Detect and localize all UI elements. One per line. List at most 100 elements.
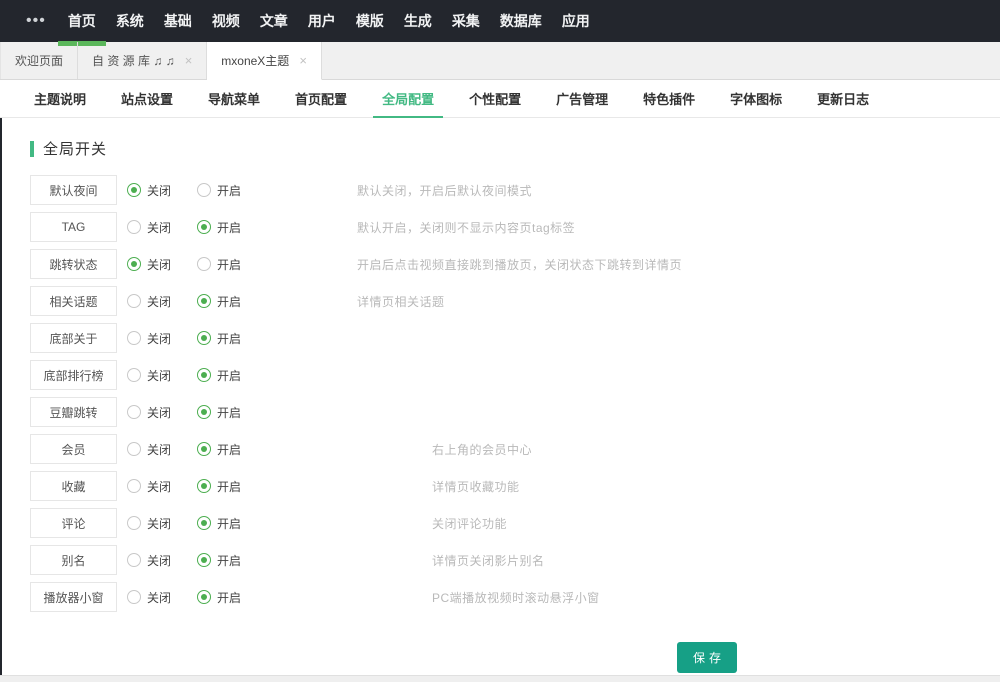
- radio-open[interactable]: 开启: [197, 441, 257, 458]
- radio-unselected-icon[interactable]: [197, 183, 211, 197]
- setting-row: 评论关闭开启关闭评论功能: [30, 508, 1000, 538]
- nav-item[interactable]: 基础: [154, 0, 202, 42]
- setting-label: 跳转状态: [30, 249, 117, 279]
- radio-unselected-icon[interactable]: [127, 479, 141, 493]
- setting-label: 会员: [30, 434, 117, 464]
- radio-close[interactable]: 关闭: [127, 441, 187, 458]
- workspace-tab[interactable]: 欢迎页面: [0, 42, 78, 79]
- radio-selected-icon[interactable]: [197, 442, 211, 456]
- tab-label: 欢迎页面: [15, 52, 63, 69]
- radio-open[interactable]: 开启: [197, 182, 257, 199]
- radio-close[interactable]: 关闭: [127, 256, 187, 273]
- radio-open[interactable]: 开启: [197, 404, 257, 421]
- nav-item[interactable]: 应用: [552, 0, 600, 42]
- radio-selected-icon[interactable]: [197, 590, 211, 604]
- nav-item[interactable]: 数据库: [490, 0, 552, 42]
- radio-unselected-icon[interactable]: [197, 257, 211, 271]
- radio-label: 开启: [217, 330, 241, 347]
- more-menu-icon[interactable]: •••: [26, 0, 46, 42]
- save-button[interactable]: 保存: [677, 642, 737, 673]
- radio-selected-icon[interactable]: [197, 405, 211, 419]
- radio-open[interactable]: 开启: [197, 478, 257, 495]
- setting-description: 详情页收藏功能: [432, 478, 520, 495]
- nav-item[interactable]: 生成: [394, 0, 442, 42]
- nav-item-label: 系统: [116, 11, 144, 31]
- setting-description: PC端播放视频时滚动悬浮小窗: [432, 589, 600, 606]
- subnav-tab[interactable]: 字体图标: [721, 80, 791, 117]
- radio-unselected-icon[interactable]: [127, 590, 141, 604]
- nav-item-label: 基础: [164, 11, 192, 31]
- radio-selected-icon[interactable]: [127, 257, 141, 271]
- tab-close-icon[interactable]: ×: [185, 54, 193, 67]
- top-nav-bar: ••• 首页系统基础视频文章用户模版生成采集数据库应用: [0, 0, 1000, 42]
- radio-unselected-icon[interactable]: [127, 368, 141, 382]
- radio-label: 关闭: [147, 182, 171, 199]
- radio-unselected-icon[interactable]: [127, 331, 141, 345]
- radio-close[interactable]: 关闭: [127, 589, 187, 606]
- radio-selected-icon[interactable]: [127, 183, 141, 197]
- workspace-tab[interactable]: mxoneX主题×: [207, 42, 322, 80]
- subnav-tab[interactable]: 全局配置: [373, 80, 443, 117]
- radio-open[interactable]: 开启: [197, 589, 257, 606]
- radio-unselected-icon[interactable]: [127, 294, 141, 308]
- radio-selected-icon[interactable]: [197, 368, 211, 382]
- workspace-tab[interactable]: 自 资 源 库 ♫ ♫ ×: [78, 42, 207, 79]
- radio-close[interactable]: 关闭: [127, 552, 187, 569]
- nav-item[interactable]: 用户: [298, 0, 346, 42]
- radio-unselected-icon[interactable]: [127, 553, 141, 567]
- radio-selected-icon[interactable]: [197, 220, 211, 234]
- radio-close[interactable]: 关闭: [127, 293, 187, 310]
- radio-unselected-icon[interactable]: [127, 442, 141, 456]
- radio-selected-icon[interactable]: [197, 479, 211, 493]
- radio-open[interactable]: 开启: [197, 515, 257, 532]
- nav-item[interactable]: 文章: [250, 0, 298, 42]
- nav-item[interactable]: 采集: [442, 0, 490, 42]
- subnav-tab[interactable]: 首页配置: [286, 80, 356, 117]
- radio-selected-icon[interactable]: [197, 331, 211, 345]
- radio-label: 开启: [217, 589, 241, 606]
- radio-close[interactable]: 关闭: [127, 478, 187, 495]
- setting-row: 豆瓣跳转关闭开启: [30, 397, 1000, 427]
- nav-item[interactable]: 系统: [106, 0, 154, 42]
- radio-open[interactable]: 开启: [197, 552, 257, 569]
- top-nav-items: 首页系统基础视频文章用户模版生成采集数据库应用: [58, 0, 600, 42]
- radio-unselected-icon[interactable]: [127, 405, 141, 419]
- radio-selected-icon[interactable]: [197, 516, 211, 530]
- radio-selected-icon[interactable]: [197, 294, 211, 308]
- radio-close[interactable]: 关闭: [127, 219, 187, 236]
- setting-description: 右上角的会员中心: [432, 441, 532, 458]
- subnav-tab[interactable]: 更新日志: [808, 80, 878, 117]
- radio-close[interactable]: 关闭: [127, 515, 187, 532]
- subnav-tab[interactable]: 个性配置: [460, 80, 530, 117]
- tab-close-icon[interactable]: ×: [299, 54, 307, 67]
- radio-open[interactable]: 开启: [197, 256, 257, 273]
- radio-open[interactable]: 开启: [197, 367, 257, 384]
- subnav-tab[interactable]: 特色插件: [634, 80, 704, 117]
- radio-close[interactable]: 关闭: [127, 367, 187, 384]
- radio-unselected-icon[interactable]: [127, 220, 141, 234]
- setting-label: 底部关于: [30, 323, 117, 353]
- radio-close[interactable]: 关闭: [127, 330, 187, 347]
- radio-close[interactable]: 关闭: [127, 182, 187, 199]
- nav-item[interactable]: 模版: [346, 0, 394, 42]
- radio-open[interactable]: 开启: [197, 330, 257, 347]
- subnav-tab[interactable]: 主题说明: [25, 80, 95, 117]
- radio-close[interactable]: 关闭: [127, 404, 187, 421]
- radio-unselected-icon[interactable]: [127, 516, 141, 530]
- radio-label: 开启: [217, 404, 241, 421]
- left-edge-divider: [0, 118, 2, 675]
- radio-label: 关闭: [147, 515, 171, 532]
- subnav-tab[interactable]: 导航菜单: [199, 80, 269, 117]
- radio-selected-icon[interactable]: [197, 553, 211, 567]
- nav-item[interactable]: 视频: [202, 0, 250, 42]
- tab-label: 自 资 源 库 ♫ ♫: [92, 52, 175, 69]
- radio-label: 开启: [217, 182, 241, 199]
- subnav-tab-label: 特色插件: [643, 89, 695, 108]
- radio-open[interactable]: 开启: [197, 219, 257, 236]
- setting-label: 别名: [30, 545, 117, 575]
- nav-item[interactable]: 首页: [58, 0, 106, 42]
- subnav-tab[interactable]: 广告管理: [547, 80, 617, 117]
- subnav-tab[interactable]: 站点设置: [112, 80, 182, 117]
- setting-label: 相关话题: [30, 286, 117, 316]
- radio-open[interactable]: 开启: [197, 293, 257, 310]
